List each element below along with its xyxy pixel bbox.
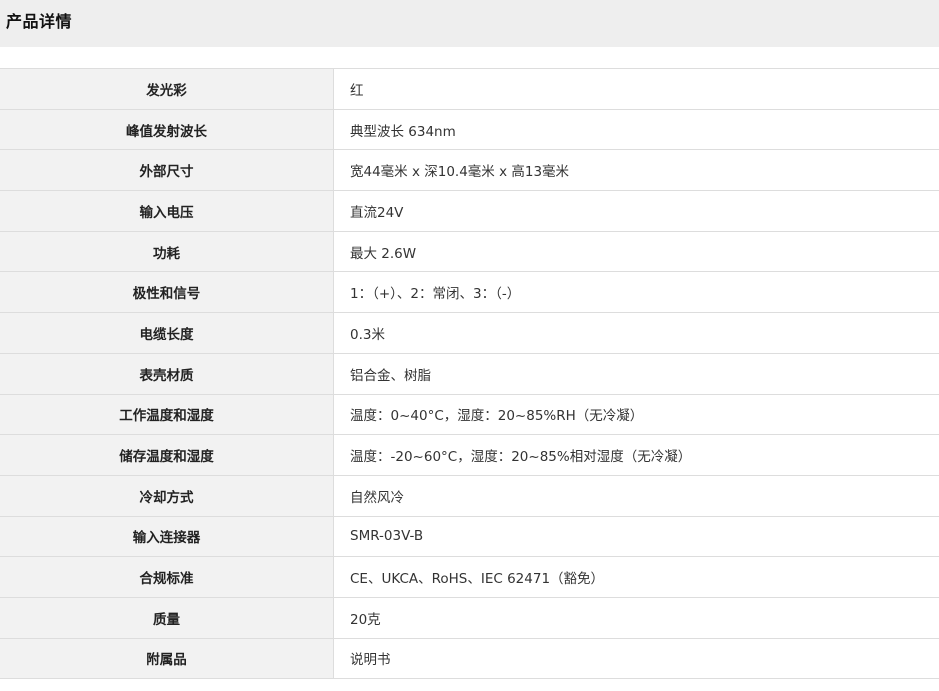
spec-label: 峰值发射波长 — [0, 108, 334, 151]
spec-label: 合规标准 — [0, 556, 334, 598]
table-row: 发光彩 红 — [0, 68, 939, 110]
table-row: 极性和信号 1：（+）、2：常闭、3：（-） — [0, 271, 939, 314]
spec-value: 0.3米 — [333, 312, 939, 354]
spec-table: 发光彩 红 峰值发射波长 典型波长 634nm 外部尺寸 宽44毫米 x 深10… — [0, 68, 939, 680]
spec-value: 最大 2.6W — [333, 230, 939, 273]
spec-value: 铝合金、树脂 — [333, 352, 939, 395]
spec-label: 输入电压 — [0, 190, 334, 232]
spec-value: 温度：0~40°C，湿度：20~85%RH（无冷凝） — [333, 393, 939, 436]
spec-value: 20克 — [333, 596, 939, 639]
spec-label: 质量 — [0, 596, 334, 639]
spec-value: 红 — [333, 68, 939, 110]
spec-label: 发光彩 — [0, 68, 334, 110]
spec-value: 温度：-20~60°C，湿度：20~85%相对湿度（无冷凝） — [333, 434, 939, 476]
table-row: 电缆长度 0.3米 — [0, 312, 939, 354]
spec-value: 说明书 — [333, 637, 939, 680]
spec-value: 自然风冷 — [333, 474, 939, 517]
spec-label: 储存温度和湿度 — [0, 434, 334, 476]
table-row: 质量 20克 — [0, 596, 939, 639]
section-title: 产品详情 — [6, 12, 73, 31]
table-row: 输入连接器 SMR-03V-B — [0, 515, 939, 558]
table-row: 储存温度和湿度 温度：-20~60°C，湿度：20~85%相对湿度（无冷凝） — [0, 434, 939, 476]
spec-label: 输入连接器 — [0, 515, 334, 558]
table-row: 外部尺寸 宽44毫米 x 深10.4毫米 x 高13毫米 — [0, 149, 939, 192]
spec-value: 典型波长 634nm — [333, 108, 939, 151]
table-row: 峰值发射波长 典型波长 634nm — [0, 108, 939, 151]
spec-value: SMR-03V-B — [333, 515, 939, 558]
spec-label: 工作温度和湿度 — [0, 393, 334, 436]
spec-value: 宽44毫米 x 深10.4毫米 x 高13毫米 — [333, 149, 939, 192]
table-row: 冷却方式 自然风冷 — [0, 474, 939, 517]
table-row: 工作温度和湿度 温度：0~40°C，湿度：20~85%RH（无冷凝） — [0, 393, 939, 436]
table-row: 合规标准 CE、UKCA、RoHS、IEC 62471（豁免） — [0, 556, 939, 598]
spec-label: 附属品 — [0, 637, 334, 680]
spec-label: 表壳材质 — [0, 352, 334, 395]
spec-label: 功耗 — [0, 230, 334, 273]
table-row: 附属品 说明书 — [0, 637, 939, 680]
spec-value: 直流24V — [333, 190, 939, 232]
table-row: 表壳材质 铝合金、树脂 — [0, 352, 939, 395]
spec-label: 冷却方式 — [0, 474, 334, 517]
spec-label: 极性和信号 — [0, 271, 334, 314]
section-header: 产品详情 — [0, 0, 939, 47]
spec-value: CE、UKCA、RoHS、IEC 62471（豁免） — [333, 556, 939, 598]
spec-label: 外部尺寸 — [0, 149, 334, 192]
table-row: 功耗 最大 2.6W — [0, 230, 939, 273]
spec-label: 电缆长度 — [0, 312, 334, 354]
spec-value: 1：（+）、2：常闭、3：（-） — [333, 271, 939, 314]
table-row: 输入电压 直流24V — [0, 190, 939, 232]
